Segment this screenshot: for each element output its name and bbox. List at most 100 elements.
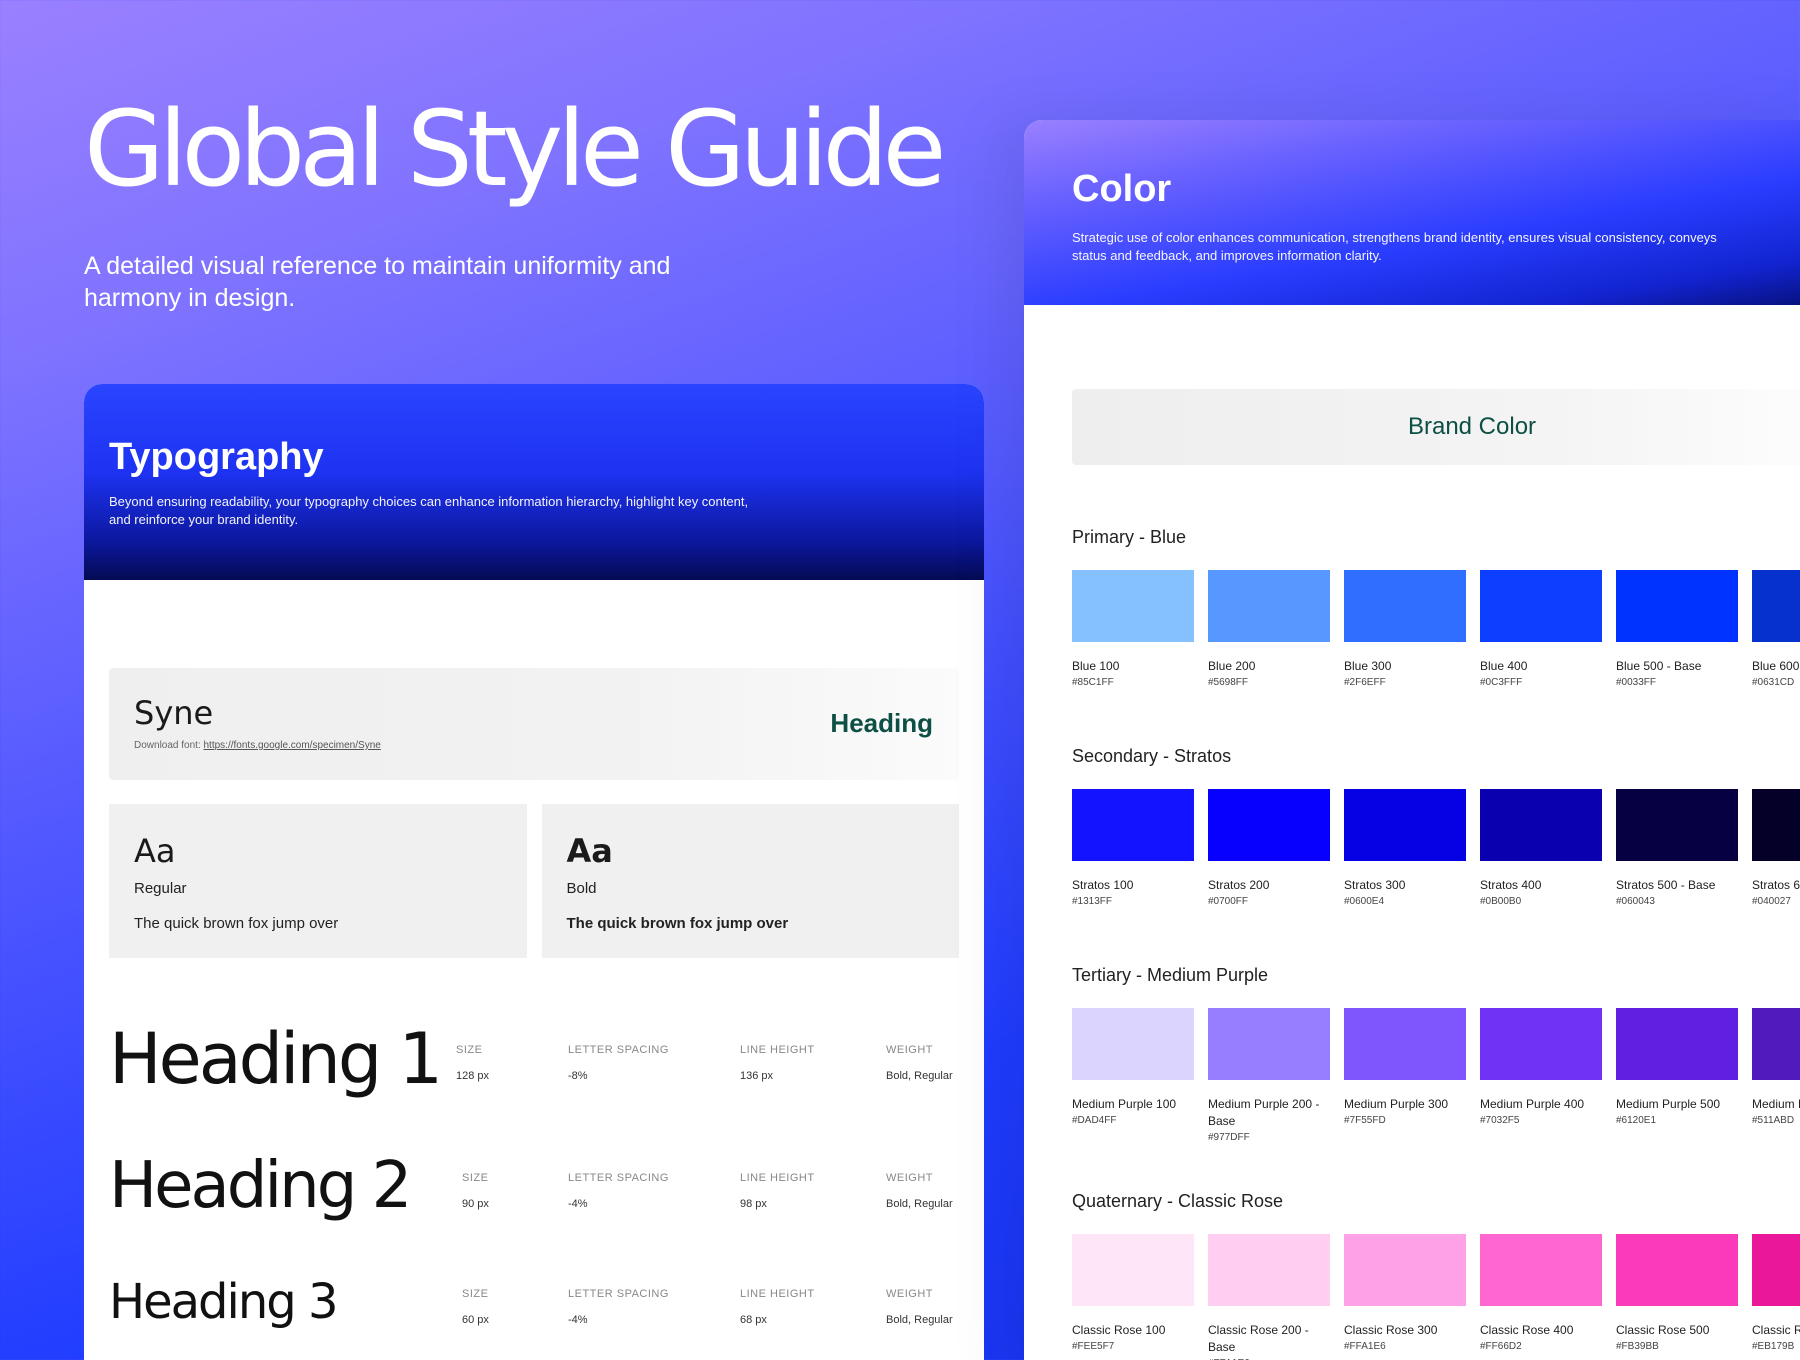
heading-1-size: 128 px	[456, 1070, 490, 1082]
color-swatch[interactable]: Stratos 600 #040027	[1752, 789, 1800, 907]
swatch-hex: #DAD4FF	[1072, 1115, 1117, 1126]
color-swatch[interactable]: Blue 200 #5698FF	[1208, 570, 1330, 688]
color-swatch[interactable]: Classic Rose 400 #FF66D2	[1480, 1234, 1602, 1360]
color-swatch[interactable]: Classic Rose 200 - Base#FFA1E6	[1208, 1234, 1330, 1360]
heading-3-spec: Heading 3 SIZE 60 px LETTER SPACING -4% …	[109, 1262, 959, 1360]
swatch-hex: #1313FF	[1072, 896, 1113, 907]
font-download-link[interactable]: https://fonts.google.com/specimen/Syne	[204, 740, 381, 751]
swatch-hex: #7032F5	[1480, 1115, 1520, 1126]
swatch-chip	[1616, 1008, 1738, 1080]
swatch-name: Stratos 300	[1344, 878, 1406, 892]
swatch-hex: #0C3FFF	[1480, 677, 1523, 688]
page-title: Global Style Guide	[84, 88, 946, 210]
color-swatch[interactable]: Stratos 400 #0B00B0	[1480, 789, 1602, 907]
weight-bold-label: Bold	[566, 880, 597, 897]
swatch-name: Medium Purple 400	[1480, 1097, 1585, 1111]
swatch-hex: #040027	[1752, 896, 1791, 907]
swatch-name: Classic Rose 300	[1344, 1323, 1438, 1337]
swatch-hex: #0700FF	[1208, 896, 1249, 907]
swatch-chip	[1480, 789, 1602, 861]
heading-1-size-label: SIZE	[456, 1044, 483, 1056]
color-swatch[interactable]: Stratos 100 #1313FF	[1072, 789, 1194, 907]
color-description: Strategic use of color enhances communic…	[1072, 230, 1717, 263]
color-swatch[interactable]: Medium Purple 400 #7032F5	[1480, 1008, 1602, 1143]
heading-3-letter-spacing-label: LETTER SPACING	[568, 1288, 669, 1300]
color-swatch[interactable]: Medium Purple 200 - Base #977DFF	[1208, 1008, 1330, 1143]
swatch-name: Blue 500 - Base	[1616, 659, 1702, 673]
heading-3-line-height-label: LINE HEIGHT	[740, 1288, 815, 1300]
swatch-chip	[1344, 1008, 1466, 1080]
swatch-chip	[1208, 789, 1330, 861]
color-swatch[interactable]: Medium Purple 100 #DAD4FF	[1072, 1008, 1194, 1143]
heading-1-letter-spacing-label: LETTER SPACING	[568, 1044, 669, 1056]
color-group-title: Tertiary - Medium Purple	[1072, 965, 1269, 985]
swatch-hex: #5698FF	[1208, 677, 1249, 688]
swatch-row: Blue 100 #85C1FF Blue 200 #5698FF Blue 300 #2…	[1072, 570, 1800, 688]
weight-bold-box: Aa Bold The quick brown fox jump over	[541, 804, 959, 958]
heading-1-line-height: 136 px	[740, 1070, 774, 1082]
swatch-hex: #FFA1E6	[1344, 1341, 1386, 1352]
color-swatch[interactable]: Stratos 200 #0700FF	[1208, 789, 1330, 907]
typography-description: Beyond ensuring readability, your typogr…	[109, 494, 749, 527]
swatch-name: Blue 400	[1480, 659, 1528, 673]
swatch-chip	[1616, 1234, 1738, 1306]
heading-2-line-height: 98 px	[740, 1198, 767, 1210]
color-swatch[interactable]: Blue 100 #85C1FF	[1072, 570, 1194, 688]
heading-3-weight-label: WEIGHT	[886, 1288, 933, 1300]
swatch-name: Medium Purple 100	[1072, 1097, 1177, 1111]
swatch-chip	[1480, 1008, 1602, 1080]
swatch-hex: #7F55FD	[1344, 1115, 1386, 1126]
swatch-name: Classic Rose 500	[1616, 1323, 1710, 1337]
color-swatch[interactable]: Stratos 300 #0600E4	[1344, 789, 1466, 907]
color-swatch[interactable]: Medium Purple 600 #511ABD	[1752, 1008, 1800, 1143]
color-swatch[interactable]: Medium Purple 500 #6120E1	[1616, 1008, 1738, 1143]
color-group-title: Quaternary - Classic Rose	[1072, 1191, 1284, 1211]
swatch-name: Stratos 600	[1752, 878, 1800, 892]
color-swatch[interactable]: Blue 400 #0C3FFF	[1480, 570, 1602, 688]
color-group: Secondary - Stratos Stratos 100 #1313FF Str…	[1072, 746, 1800, 907]
swatch-chip	[1072, 1234, 1194, 1306]
weight-regular-box: Aa Regular The quick brown fox jump over	[109, 804, 527, 958]
swatch-chip	[1752, 1008, 1800, 1080]
swatch-name: Classic Rose 400	[1480, 1323, 1574, 1337]
heading-2-letter-spacing: -4%	[568, 1198, 588, 1210]
swatch-name: Medium Purple 200 - Base	[1208, 1097, 1320, 1128]
heading-2-size: 90 px	[462, 1198, 489, 1210]
swatch-chip	[1072, 1008, 1194, 1080]
swatch-hex: #060043	[1616, 896, 1655, 907]
font-name: Syne	[134, 694, 214, 732]
swatch-chip	[1616, 570, 1738, 642]
swatch-chip	[1752, 1234, 1800, 1306]
swatch-name: Classic Rose 600	[1752, 1323, 1800, 1337]
swatch-hex: #0600E4	[1344, 896, 1385, 907]
color-swatch[interactable]: Classic Rose 100 #FEE5F7	[1072, 1234, 1194, 1360]
weight-bold-specimen: Aa	[566, 832, 613, 870]
swatch-name: Stratos 500 - Base	[1616, 878, 1716, 892]
color-swatch[interactable]: Classic Rose 600 #EB179B	[1752, 1234, 1800, 1360]
color-swatch[interactable]: Blue 600 #0631CD	[1752, 570, 1800, 688]
swatch-hex: #2F6EFF	[1344, 677, 1386, 688]
heading-2-weight-label: WEIGHT	[886, 1172, 933, 1184]
color-swatch[interactable]: Classic Rose 500 #FB39BB	[1616, 1234, 1738, 1360]
swatch-name: Stratos 200	[1208, 878, 1270, 892]
font-family-row: Syne Download font: https://fonts.google…	[109, 668, 959, 780]
heading-2-spec: Heading 2 SIZE 90 px LETTER SPACING -4% …	[109, 1146, 959, 1262]
typography-header: Typography Beyond ensuring readability, …	[84, 384, 984, 580]
heading-2-size-label: SIZE	[462, 1172, 489, 1184]
swatch-name: Blue 300	[1344, 659, 1392, 673]
page-subtitle: A detailed visual reference to maintain …	[84, 252, 671, 312]
swatch-chip	[1208, 570, 1330, 642]
color-swatch[interactable]: Stratos 500 - Base #060043	[1616, 789, 1738, 907]
typography-title: Typography	[109, 436, 324, 478]
color-swatch[interactable]: Classic Rose 300 #FFA1E6	[1344, 1234, 1466, 1360]
color-swatch[interactable]: Blue 500 - Base #0033FF	[1616, 570, 1738, 688]
swatch-row: Stratos 100 #1313FF Stratos 200 #0700FF Stra…	[1072, 789, 1800, 907]
swatch-name: Stratos 400	[1480, 878, 1542, 892]
weight-regular-specimen: Aa	[134, 832, 176, 870]
color-swatch[interactable]: Blue 300 #2F6EFF	[1344, 570, 1466, 688]
weight-bold-sample: The quick brown fox jump over	[566, 915, 789, 932]
color-swatch[interactable]: Medium Purple 300 #7F55FD	[1344, 1008, 1466, 1143]
swatch-row: Medium Purple 100 #DAD4FF Medium Purple 20…	[1072, 1008, 1800, 1143]
swatch-hex: #6120E1	[1616, 1115, 1657, 1126]
color-group-title: Secondary - Stratos	[1072, 746, 1232, 766]
